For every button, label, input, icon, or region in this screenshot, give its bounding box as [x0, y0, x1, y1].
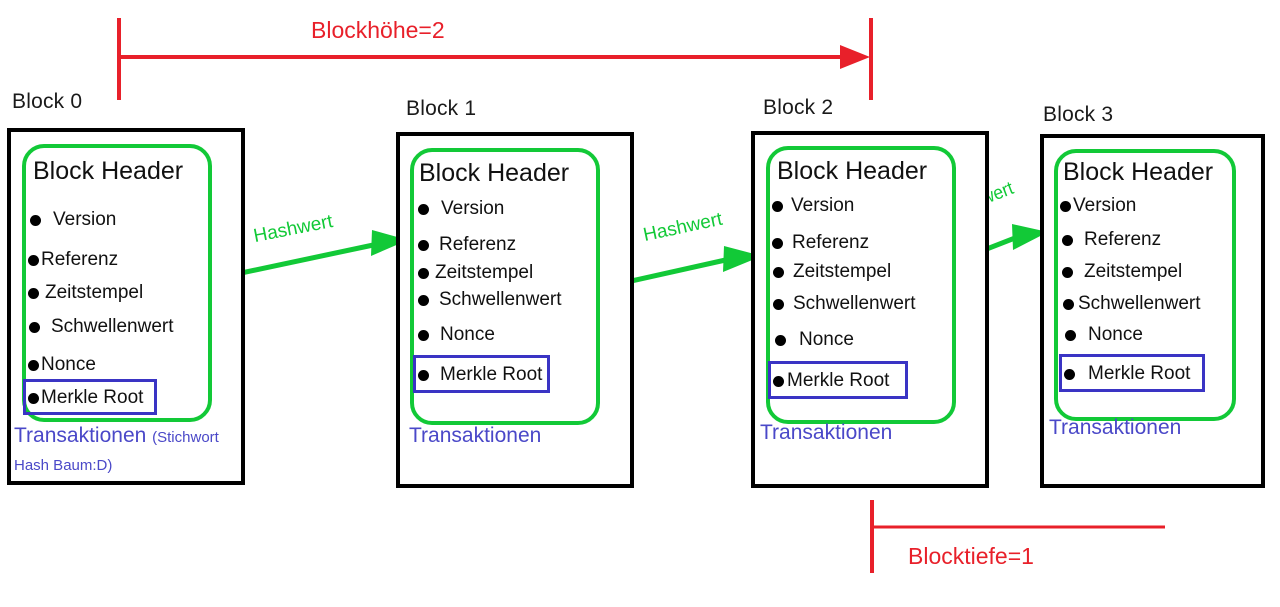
field-referenz-2: Referenz [772, 232, 869, 254]
bullet-icon [773, 375, 784, 387]
blockhoehe-label: Blockhöhe=2 [311, 17, 445, 43]
bullet-icon [773, 298, 784, 310]
bullet-icon [418, 267, 429, 279]
transaktionen-text-1: Transaktionen [409, 424, 542, 447]
block-caption-2: Block 2 [763, 96, 834, 119]
transaktionen-label-2: Transaktionen [760, 420, 892, 446]
bullet-icon [1064, 368, 1075, 380]
field-referenz-3: Referenz [1062, 229, 1161, 251]
field-nonce-2: Nonce [775, 329, 854, 351]
bullet-icon [29, 321, 40, 333]
block-caption-3: Block 3 [1043, 103, 1114, 126]
bullet-icon [1065, 329, 1076, 341]
bullet-icon [418, 239, 429, 251]
field-schwellenwert-3: Schwellenwert [1063, 293, 1201, 315]
hashwert-label-0-1: Hashwert [251, 211, 335, 248]
bullet-icon [1062, 234, 1073, 246]
field-schwellenwert-2: Schwellenwert [773, 293, 916, 315]
field-merkle-root-0: Merkle Root [28, 387, 143, 409]
bullet-icon [772, 237, 783, 249]
field-version-1: Version [418, 198, 504, 220]
bullet-icon [30, 214, 41, 226]
field-version-3: Version [1060, 195, 1136, 217]
field-merkle-root-1: Merkle Root [418, 364, 542, 386]
field-zeitstempel-0: Zeitstempel [28, 282, 143, 304]
bullet-icon [28, 287, 39, 299]
transaktionen-text-0: Transaktionen [14, 424, 147, 447]
field-merkle-root-2: Merkle Root [773, 370, 889, 392]
bullet-icon [772, 200, 783, 212]
blocktiefe-label: Blocktiefe=1 [908, 543, 1034, 569]
bullet-icon [775, 334, 786, 346]
field-nonce-1: Nonce [418, 324, 495, 346]
block-header-title-0: Block Header [33, 157, 184, 185]
field-referenz-0: Referenz [28, 249, 118, 271]
block-caption-0: Block 0 [12, 90, 83, 113]
field-schwellenwert-0: Schwellenwert [29, 316, 174, 338]
transaktionen-text-3: Transaktionen [1049, 416, 1182, 439]
block-header-title-1: Block Header [419, 159, 570, 187]
block-header-title-2: Block Header [777, 157, 928, 185]
block-outer-1[interactable]: Block Header Version Referenz Zeitstempe… [396, 132, 634, 488]
field-zeitstempel-2: Zeitstempel [773, 261, 891, 283]
blockchain-diagram: Blockhöhe=2 Blocktiefe=1 Hashwert Hashwe… [0, 0, 1280, 607]
bullet-icon [1063, 298, 1074, 310]
blockhoehe-measure [117, 18, 873, 100]
block-outer-2[interactable]: Block Header Version Referenz Zeitstempe… [751, 131, 989, 488]
block-outer-3[interactable]: Block Header Version Referenz Zeitstempe… [1040, 134, 1265, 488]
hashwert-label-1-2: Hashwert [641, 208, 725, 247]
bullet-icon [418, 329, 429, 341]
field-zeitstempel-3: Zeitstempel [1062, 261, 1182, 283]
bullet-icon [773, 266, 784, 278]
field-nonce-3: Nonce [1065, 324, 1143, 346]
bullet-icon [28, 254, 39, 266]
block-caption-1: Block 1 [406, 97, 477, 120]
bullet-icon [418, 369, 429, 381]
field-schwellenwert-1: Schwellenwert [418, 289, 562, 311]
block-header-title-3: Block Header [1063, 158, 1214, 186]
field-referenz-1: Referenz [418, 234, 516, 256]
bullet-icon [28, 392, 39, 404]
block-outer-0[interactable]: Block Header Version Referenz Zeitstempe… [7, 128, 245, 485]
field-version-2: Version [772, 195, 854, 217]
bullet-icon [418, 294, 429, 306]
bullet-icon [28, 359, 39, 371]
field-version-0: Version [30, 209, 116, 231]
transaktionen-text-2: Transaktionen [760, 421, 893, 444]
field-nonce-0: Nonce [28, 354, 96, 376]
bullet-icon [418, 203, 429, 215]
bullet-icon [1062, 266, 1073, 278]
transaktionen-label-3: Transaktionen [1049, 415, 1181, 441]
field-zeitstempel-1: Zeitstempel [418, 262, 533, 284]
transaktionen-label-0: Transaktionen (Stichwort Hash Baum:D) [14, 423, 246, 479]
transaktionen-label-1: Transaktionen [409, 423, 541, 449]
bullet-icon [1060, 200, 1071, 212]
field-merkle-root-3: Merkle Root [1064, 363, 1190, 385]
